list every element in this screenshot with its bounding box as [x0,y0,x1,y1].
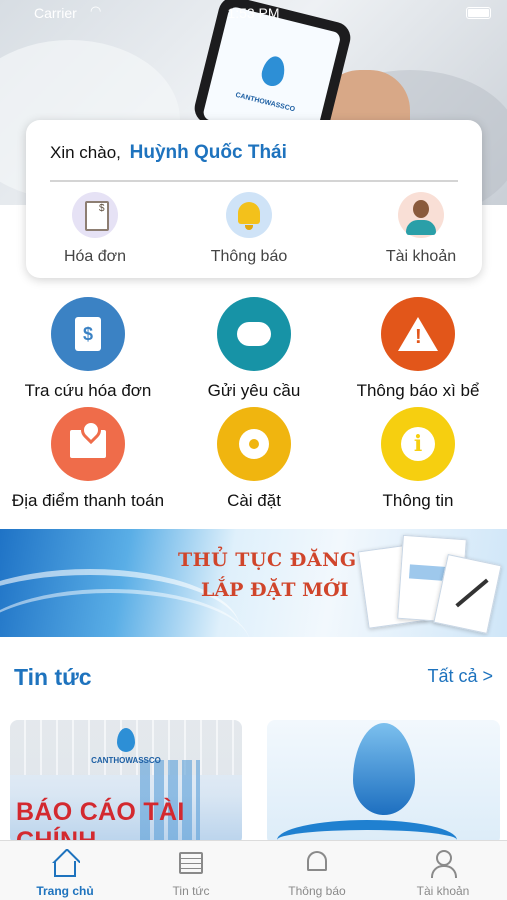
quick-action-invoice[interactable]: Hóa đơn [40,192,150,266]
menu-label: Gửi yêu cầu [207,381,301,400]
menu-send-request[interactable]: Gửi yêu cầu [174,297,334,401]
menu-label: Cài đặt [227,491,281,510]
quick-action-label: Hóa đơn [63,248,127,265]
battery-icon [466,7,491,19]
menu-settings[interactable]: Cài đặt [174,407,334,511]
tab-label: Tin tức [172,884,210,898]
status-bar: Carrier ◠ 1:53 PM [0,0,507,28]
invoice-lookup-icon: $ [51,297,125,371]
promo-banner[interactable]: THỦ TỤC ĐĂNG KÝ LẮP ĐẶT MỚI [0,529,507,637]
news-card-brand: CANTHOWASSCO [91,756,161,765]
tab-label: Thông báo [288,884,346,898]
quick-action-label: Tài khoản [385,248,457,265]
menu-label: Tra cứu hóa đơn [24,381,152,400]
news-section-title: Tin tức [14,664,92,690]
gear-icon [217,407,291,481]
greeting: Xin chào, Huỳnh Quốc Thái [50,142,287,164]
bell-icon [307,851,327,871]
warning-icon: ! [381,297,455,371]
menu-info[interactable]: i Thông tin [338,407,498,511]
water-drop-logo-icon [117,728,135,752]
menu-invoice-lookup[interactable]: $ Tra cứu hóa đơn [8,297,168,401]
news-card[interactable] [267,720,500,845]
user-name: Huỳnh Quốc Thái [129,142,287,163]
user-card: Xin chào, Huỳnh Quốc Thái Hóa đơn Thông … [26,120,482,278]
water-drop-icon [353,723,415,815]
quick-action-notifications[interactable]: Thông báo [194,192,304,266]
person-icon [430,850,457,878]
menu-label: Thông báo xì bể [356,381,480,400]
water-drop-logo-icon [258,53,288,89]
map-pin-icon [51,407,125,481]
hero-brand: CANTHOWASSCO [234,91,296,114]
menu-label: Thông tin [382,491,454,510]
quick-action-account[interactable]: Tài khoản [366,192,476,266]
news-card-headline: BÁO CÁO TÀI CHÍNH [16,798,185,845]
tab-notifications[interactable]: Thông báo [254,841,380,900]
invoice-icon [72,192,118,238]
menu-label: Địa điểm thanh toán [11,491,165,510]
info-icon: i [381,407,455,481]
newspaper-icon [179,852,203,874]
tab-home[interactable]: Trang chủ [2,841,128,900]
tab-bar: Trang chủ Tin tức Thông báo Tài khoản [0,840,507,900]
menu-leak-report[interactable]: ! Thông báo xì bể [338,297,498,401]
news-card[interactable]: CANTHOWASSCO BÁO CÁO TÀI CHÍNH [10,720,242,845]
tab-label: Tài khoản [416,884,470,898]
divider [50,180,458,182]
news-see-all-link[interactable]: Tất cả > [427,666,493,687]
menu-payment-locations[interactable]: Địa điểm thanh toán [8,407,168,511]
banner-line2: LẮP ĐẶT MỚI [201,579,349,601]
tab-account[interactable]: Tài khoản [380,841,506,900]
greeting-prefix: Xin chào, [50,143,121,162]
tab-news[interactable]: Tin tức [128,841,254,900]
home-icon [54,861,76,877]
bell-icon [226,192,272,238]
chat-bubbles-icon [217,297,291,371]
clock: 1:53 PM [227,5,280,21]
quick-action-label: Thông báo [210,248,288,265]
avatar-icon [398,192,444,238]
tab-label: Trang chủ [36,884,94,898]
